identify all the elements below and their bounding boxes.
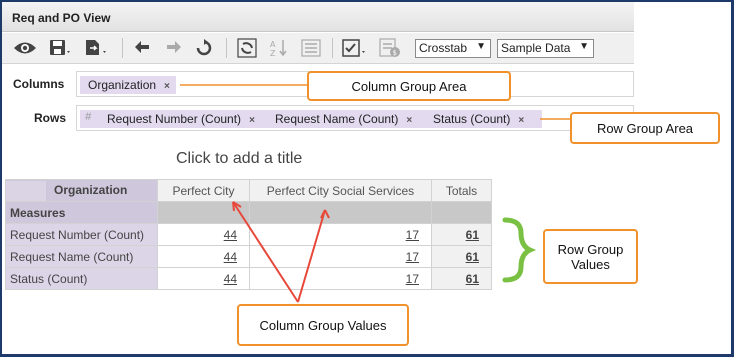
column-group-area-callout: Column Group Area bbox=[307, 71, 511, 101]
brace-icon bbox=[502, 217, 537, 283]
row-group-values-callout: Row Group Values bbox=[543, 229, 638, 284]
arrowhead-icon bbox=[320, 209, 330, 219]
callout-text: Row Group Area bbox=[596, 120, 694, 136]
column-values-arrow bbox=[297, 209, 326, 303]
callout-text: Column Group Area bbox=[351, 78, 467, 94]
callout-text: Column Group Values bbox=[259, 317, 387, 333]
column-values-arrow bbox=[232, 201, 299, 303]
callout-text: Values bbox=[571, 256, 610, 272]
row-group-area-callout: Row Group Area bbox=[570, 112, 720, 144]
column-group-values-callout: Column Group Values bbox=[237, 304, 409, 346]
callout-text: Row Group bbox=[557, 241, 624, 257]
